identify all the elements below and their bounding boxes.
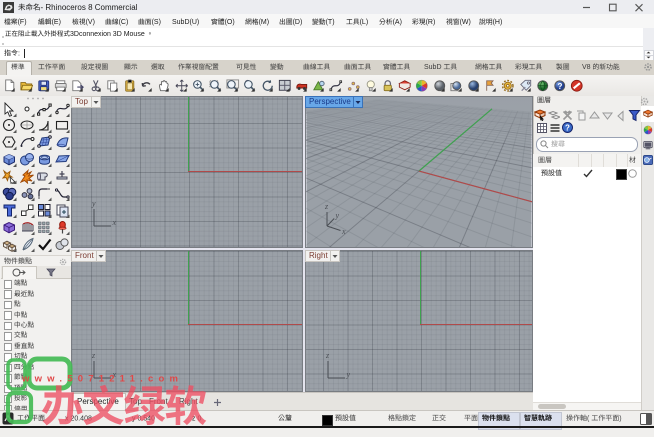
svg-text:y: y: [335, 211, 340, 220]
svg-text:?: ?: [565, 124, 570, 133]
svg-text::: :: [18, 50, 20, 57]
svg-text:(F): (F): [18, 19, 27, 26]
svg-text:(: (: [587, 415, 590, 422]
svg-text:Perspective: Perspective: [309, 97, 351, 106]
svg-text:SubD: SubD: [424, 64, 442, 71]
svg-text:(M): (M): [258, 19, 269, 26]
svg-text:(T): (T): [325, 19, 334, 26]
svg-text:z: z: [324, 202, 329, 211]
svg-text:(R): (R): [426, 19, 436, 26]
svg-text:y: y: [91, 199, 96, 208]
svg-text:(C): (C): [118, 19, 128, 26]
svg-text:?: ?: [557, 82, 562, 91]
svg-text:(H): (H): [493, 19, 503, 26]
svg-text:(W): (W): [460, 19, 471, 26]
svg-text:(L): (L): [359, 19, 368, 26]
svg-text:- Rhinoceros 8 Commercial: - Rhinoceros 8 Commercial: [41, 3, 138, 12]
svg-text:x: x: [341, 227, 346, 236]
svg-text:(O): (O): [224, 19, 234, 26]
svg-text:V8: V8: [582, 64, 591, 71]
svg-text:Front: Front: [75, 251, 94, 260]
svg-text:Right: Right: [309, 251, 328, 260]
svg-text:(V): (V): [85, 19, 94, 26]
svg-text:): ): [619, 415, 621, 422]
svg-text:z: z: [325, 351, 330, 360]
svg-text:Top: Top: [75, 97, 88, 106]
svg-text:y: y: [345, 370, 350, 379]
svg-text:(S): (S): [152, 19, 161, 26]
svg-text:SubD(U): SubD(U): [172, 19, 199, 26]
svg-text:x: x: [111, 218, 116, 227]
svg-text:(E): (E): [51, 19, 60, 26]
svg-text:3Dconnexion 3D Mouse: 3Dconnexion 3D Mouse: [70, 31, 145, 38]
svg-text:(D): (D): [292, 19, 302, 26]
svg-text:(A): (A): [393, 19, 402, 26]
